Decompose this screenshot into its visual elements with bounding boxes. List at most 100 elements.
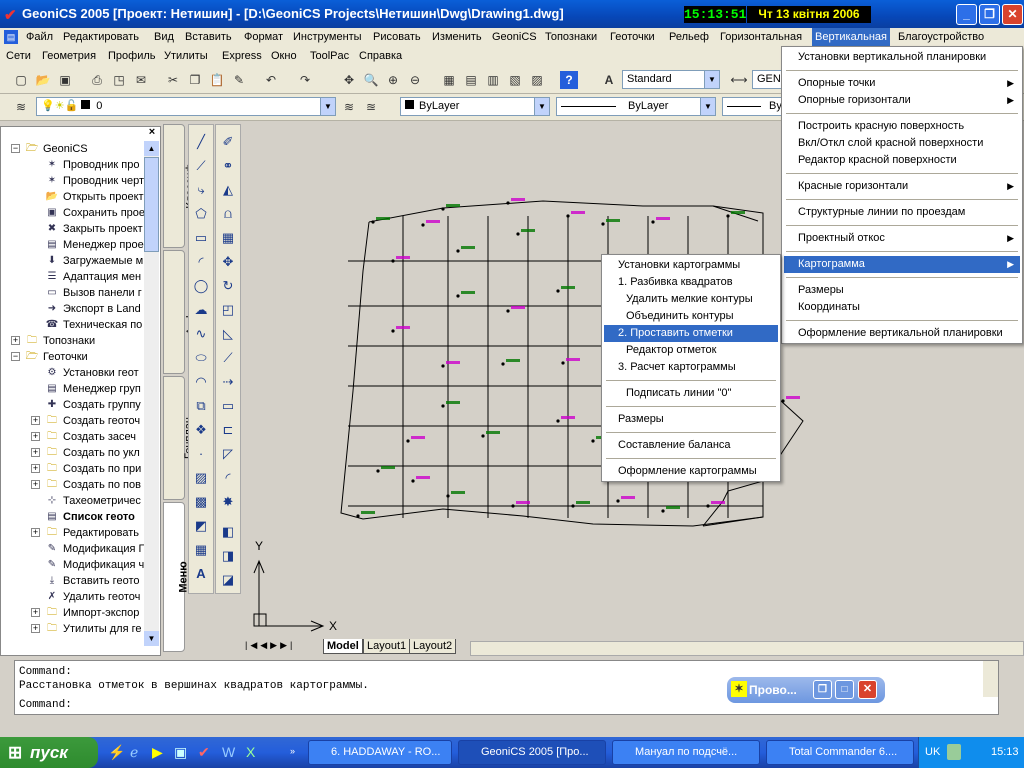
restore-icon[interactable]: ❐: [813, 680, 832, 699]
scale-icon[interactable]: ◰: [217, 299, 239, 321]
task-haddaway[interactable]: 6. HADDAWAY - RO...: [308, 740, 452, 765]
text-style-select[interactable]: Standard ▼: [622, 70, 720, 89]
mtext-icon[interactable]: A: [190, 563, 212, 585]
menu-item[interactable]: Опорные точки ▶: [784, 75, 1020, 92]
gradient-icon[interactable]: ▩: [190, 491, 212, 513]
hatch-icon[interactable]: ▨: [190, 467, 212, 489]
tab-model[interactable]: Model: [323, 639, 363, 654]
menu-draw[interactable]: Рисовать: [373, 31, 421, 43]
trim-icon[interactable]: ⟋: [217, 347, 239, 369]
close-icon[interactable]: ✕: [858, 680, 877, 699]
copy-icon[interactable]: ❐: [186, 71, 204, 89]
minimize-button[interactable]: _: [956, 4, 977, 25]
menu-topoznaki[interactable]: Топознаки: [545, 31, 597, 43]
command-scrollbar[interactable]: [983, 661, 998, 697]
ie-icon[interactable]: ℯ: [130, 744, 138, 761]
menu-geotochki[interactable]: Геоточки: [610, 31, 655, 43]
zoom-window-icon[interactable]: ⊕: [384, 71, 402, 89]
maximize-icon[interactable]: □: [835, 680, 854, 699]
menu-utilities[interactable]: Утилиты: [164, 50, 208, 62]
menu-file[interactable]: Файл: [26, 31, 53, 43]
tab-alphabet[interactable]: Алфавит: [163, 250, 197, 374]
rectangle-icon[interactable]: ▭: [190, 227, 212, 249]
tab-nav-arrows-icon[interactable]: |◀◀▶▶|: [245, 640, 295, 651]
menu-vertical[interactable]: Вертикальная: [812, 28, 890, 47]
scroll-up-icon[interactable]: ▲: [144, 141, 159, 156]
scroll-down-icon[interactable]: ▼: [144, 631, 159, 646]
menu-toolpac[interactable]: ToolPac: [310, 50, 349, 62]
tab-genplan[interactable]: Генплан: [163, 376, 195, 500]
tab-layout2[interactable]: Layout2: [409, 639, 457, 654]
make-current-icon[interactable]: ≋: [340, 98, 358, 116]
menu-item[interactable]: Картограмма ▶: [784, 256, 1020, 273]
collapse-icon[interactable]: −: [11, 352, 20, 361]
pan-icon[interactable]: ✥: [340, 71, 358, 89]
properties-icon[interactable]: ▦: [440, 71, 458, 89]
polyline-icon[interactable]: ⤷: [190, 179, 212, 201]
menu-geonics[interactable]: GeoniCS: [492, 31, 537, 43]
chamfer-icon[interactable]: ◸: [217, 443, 239, 465]
menu-item[interactable]: Оформление вертикальной планировки: [784, 325, 1020, 342]
restore-button[interactable]: ❐: [979, 4, 1000, 25]
help-icon[interactable]: ?: [560, 71, 578, 89]
layer-select[interactable]: 💡☀🔓 0 ▼: [36, 97, 336, 116]
start-button[interactable]: ⊞ пуск: [0, 737, 98, 768]
close-button[interactable]: ✕: [1002, 4, 1023, 25]
mirror-icon[interactable]: ◭: [217, 179, 239, 201]
panel-close-icon[interactable]: ×: [146, 127, 158, 139]
draworder-front-icon[interactable]: ◧: [217, 521, 239, 543]
task-geonics[interactable]: GeoniCS 2005 [Про...: [458, 740, 606, 765]
tab-layout1[interactable]: Layout1: [363, 639, 411, 654]
cut-icon[interactable]: ✂: [164, 71, 182, 89]
zoom-realtime-icon[interactable]: 🔍: [362, 71, 380, 89]
menu-item[interactable]: Редактор отметок: [604, 342, 778, 359]
winamp-icon[interactable]: ⚡: [108, 744, 125, 761]
revision-cloud-icon[interactable]: ☁: [190, 299, 212, 321]
menu-modify[interactable]: Изменить: [432, 31, 482, 43]
collapse-icon[interactable]: −: [11, 144, 20, 153]
menu-item[interactable]: Оформление картограммы: [604, 463, 778, 480]
markup-icon[interactable]: ▨: [528, 71, 546, 89]
menu-networks[interactable]: Сети: [6, 50, 31, 62]
extend-icon[interactable]: ⇢: [217, 371, 239, 393]
expand-icon[interactable]: +: [31, 448, 40, 457]
expand-icon[interactable]: +: [31, 480, 40, 489]
array-icon[interactable]: ▦: [217, 227, 239, 249]
move-icon[interactable]: ✥: [217, 251, 239, 273]
horizontal-scrollbar[interactable]: [470, 641, 1024, 656]
zoom-previous-icon[interactable]: ⊖: [406, 71, 424, 89]
sheet-set-icon[interactable]: ▧: [506, 71, 524, 89]
menu-item[interactable]: Красные горизонтали ▶: [784, 178, 1020, 195]
menu-landscaping[interactable]: Благоустройство: [898, 31, 984, 43]
menu-item[interactable]: Удалить мелкие контуры: [604, 291, 778, 308]
excel-icon[interactable]: X: [246, 744, 255, 760]
geonics-quick-icon[interactable]: ✔: [198, 744, 210, 761]
menu-item[interactable]: Установки вертикальной планировки: [784, 49, 1020, 66]
floating-explorer-window[interactable]: ✶ Прово... ❐ □ ✕: [727, 677, 885, 703]
fillet-icon[interactable]: ◜: [217, 467, 239, 489]
doc-icon[interactable]: ▤: [4, 30, 18, 44]
tab-menu[interactable]: Меню: [163, 502, 190, 652]
publish-icon[interactable]: ✉: [132, 71, 150, 89]
spline-icon[interactable]: ∿: [190, 323, 212, 345]
rotate-icon[interactable]: ↻: [217, 275, 239, 297]
language-indicator[interactable]: UK: [925, 746, 940, 758]
expand-icon[interactable]: +: [31, 464, 40, 473]
menu-format[interactable]: Формат: [244, 31, 283, 43]
menu-edit[interactable]: Редактировать: [63, 31, 139, 43]
linetype-select[interactable]: ByLayer ▼: [556, 97, 716, 116]
menu-item[interactable]: Установки картограммы: [604, 257, 778, 274]
menu-profile[interactable]: Профиль: [108, 50, 156, 62]
menu-item[interactable]: Построить красную поверхность: [784, 118, 1020, 135]
ellipse-arc-icon[interactable]: ◠: [190, 371, 212, 393]
match-props-icon[interactable]: ✎: [230, 71, 248, 89]
expand-icon[interactable]: +: [31, 624, 40, 633]
menu-item[interactable]: Размеры: [604, 411, 778, 428]
menu-item[interactable]: Размеры: [784, 282, 1020, 299]
expand-icon[interactable]: +: [11, 336, 20, 345]
layer-manager-icon[interactable]: ≋: [12, 98, 30, 116]
show-desktop-icon[interactable]: ▣: [174, 744, 187, 761]
menu-item[interactable]: 3. Расчет картограммы: [604, 359, 778, 376]
expand-icon[interactable]: +: [31, 528, 40, 537]
make-block-icon[interactable]: ❖: [190, 419, 212, 441]
